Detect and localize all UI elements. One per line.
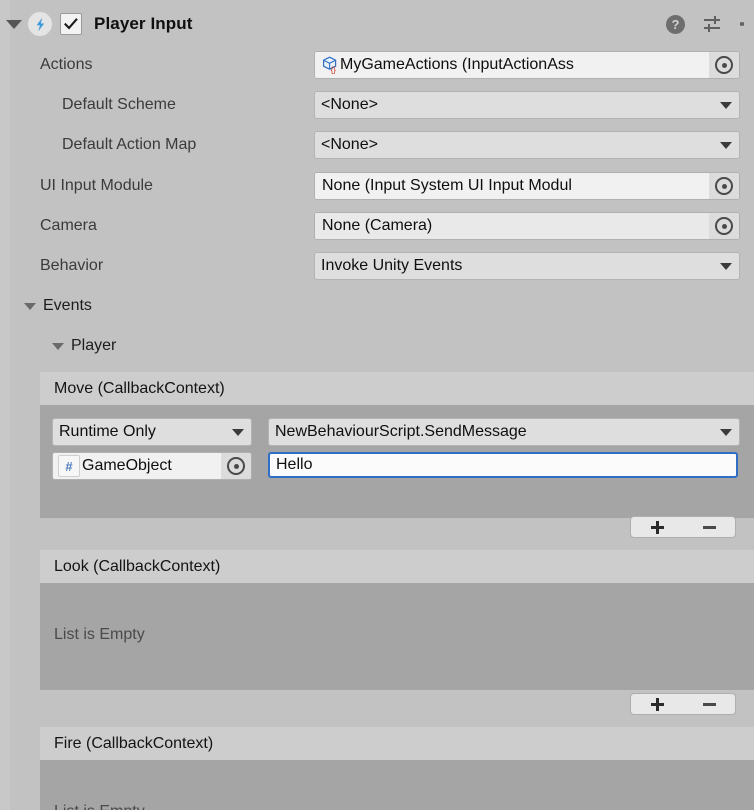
events-action-map-foldout[interactable]: Player bbox=[52, 337, 116, 355]
property-row-behavior: Behavior Invoke Unity Events bbox=[0, 249, 754, 283]
object-picker-icon bbox=[227, 457, 245, 475]
callback-target-object-field-move-0[interactable]: # GameObject bbox=[52, 452, 252, 480]
chevron-down-icon bbox=[713, 102, 739, 109]
chevron-down-icon bbox=[713, 263, 739, 270]
input-action-asset-icon: {} bbox=[320, 56, 339, 75]
events-action-map-label: Player bbox=[71, 337, 116, 355]
property-label-actions: Actions bbox=[40, 56, 92, 74]
chevron-down-icon bbox=[24, 303, 36, 310]
add-callback-button-look[interactable] bbox=[631, 694, 683, 714]
minus-icon bbox=[703, 526, 716, 529]
ui-input-module-picker-button[interactable] bbox=[709, 173, 739, 199]
object-picker-icon bbox=[715, 56, 733, 74]
callback-target-picker-button[interactable] bbox=[221, 453, 251, 479]
actions-object-value[interactable]: {} MyGameActions (InputActionAss bbox=[315, 52, 709, 78]
chevron-down-icon bbox=[713, 142, 739, 149]
plus-icon bbox=[651, 698, 664, 711]
callback-mode-dropdown-move-0[interactable]: Runtime Only bbox=[52, 418, 252, 446]
chevron-down-icon bbox=[6, 20, 22, 29]
player-input-inspector: Player Input ? Actions bbox=[0, 0, 754, 810]
events-label: Events bbox=[43, 297, 92, 315]
event-list-buttons-move bbox=[630, 516, 736, 538]
property-label-ui-input-module: UI Input Module bbox=[40, 177, 153, 195]
ui-input-module-object-field[interactable]: None (Input System UI Input Modul bbox=[314, 172, 740, 200]
help-icon[interactable]: ? bbox=[666, 15, 685, 34]
event-entry-title-look: Look (CallbackContext) bbox=[40, 550, 754, 583]
property-row-camera: Camera None (Camera) bbox=[0, 209, 754, 243]
property-label-behavior: Behavior bbox=[40, 257, 103, 275]
property-row-default-scheme: Default Scheme <None> bbox=[0, 88, 754, 122]
add-callback-button-move[interactable] bbox=[631, 517, 683, 537]
property-row-actions: Actions {} MyGameActions (InputActionAss bbox=[0, 48, 754, 82]
remove-callback-button-look[interactable] bbox=[683, 694, 735, 714]
callback-function-value: NewBehaviourScript.SendMessage bbox=[269, 423, 713, 441]
component-header-actions: ? bbox=[666, 0, 744, 48]
object-picker-icon bbox=[715, 177, 733, 195]
script-hash-icon: # bbox=[58, 455, 80, 477]
default-action-map-value: <None> bbox=[315, 136, 713, 154]
callback-mode-value: Runtime Only bbox=[53, 423, 225, 441]
event-entry-body-look: List is Empty bbox=[40, 583, 754, 690]
ui-input-module-value[interactable]: None (Input System UI Input Modul bbox=[315, 173, 709, 199]
kebab-menu-icon[interactable] bbox=[740, 20, 744, 28]
property-row-default-action-map: Default Action Map <None> bbox=[0, 128, 754, 162]
event-entry-title-fire: Fire (CallbackContext) bbox=[40, 727, 754, 760]
property-label-camera: Camera bbox=[40, 217, 97, 235]
behavior-dropdown[interactable]: Invoke Unity Events bbox=[314, 252, 740, 280]
empty-list-label-fire: List is Empty bbox=[54, 803, 145, 810]
svg-text:{}: {} bbox=[330, 65, 336, 74]
camera-object-field[interactable]: None (Camera) bbox=[314, 212, 740, 240]
lightning-bolt-icon bbox=[28, 12, 52, 36]
actions-object-name: MyGameActions (InputActionAss bbox=[340, 56, 574, 74]
object-picker-icon bbox=[715, 217, 733, 235]
event-list-buttons-look bbox=[630, 693, 736, 715]
chevron-down-icon bbox=[225, 429, 251, 436]
minus-icon bbox=[703, 703, 716, 706]
actions-object-picker-button[interactable] bbox=[709, 52, 739, 78]
preset-sliders-icon[interactable] bbox=[703, 15, 722, 33]
default-scheme-value: <None> bbox=[315, 96, 713, 114]
callback-target-object-value[interactable]: # GameObject bbox=[53, 453, 221, 479]
actions-object-field[interactable]: {} MyGameActions (InputActionAss bbox=[314, 51, 740, 79]
property-label-default-action-map: Default Action Map bbox=[62, 136, 196, 154]
camera-value[interactable]: None (Camera) bbox=[315, 213, 709, 239]
behavior-value: Invoke Unity Events bbox=[315, 257, 713, 275]
chevron-down-icon bbox=[713, 429, 739, 436]
property-label-default-scheme: Default Scheme bbox=[62, 96, 176, 114]
camera-picker-button[interactable] bbox=[709, 213, 739, 239]
callback-target-object-name: GameObject bbox=[82, 457, 172, 475]
component-foldout-toggle[interactable] bbox=[0, 20, 28, 29]
page-title: Player Input bbox=[94, 14, 193, 34]
empty-list-label-look: List is Empty bbox=[54, 626, 145, 644]
default-scheme-dropdown[interactable]: <None> bbox=[314, 91, 740, 119]
camera-name: None (Camera) bbox=[320, 217, 432, 235]
event-entry-body-fire: List is Empty bbox=[40, 760, 754, 810]
event-entry-title-move: Move (CallbackContext) bbox=[40, 372, 754, 405]
plus-icon bbox=[651, 521, 664, 534]
events-foldout[interactable]: Events bbox=[24, 297, 92, 315]
callback-argument-value: Hello bbox=[276, 456, 312, 474]
component-header: Player Input ? bbox=[0, 0, 754, 48]
default-action-map-dropdown[interactable]: <None> bbox=[314, 131, 740, 159]
ui-input-module-name: None (Input System UI Input Modul bbox=[320, 177, 572, 195]
callback-function-dropdown-move-0[interactable]: NewBehaviourScript.SendMessage bbox=[268, 418, 740, 446]
component-enabled-checkbox[interactable] bbox=[60, 13, 82, 35]
event-entry-body-move: Runtime Only NewBehaviourScript.SendMess… bbox=[40, 405, 754, 518]
remove-callback-button-move[interactable] bbox=[683, 517, 735, 537]
chevron-down-icon bbox=[52, 343, 64, 350]
property-row-ui-input-module: UI Input Module None (Input System UI In… bbox=[0, 169, 754, 203]
callback-argument-input-move-0[interactable]: Hello bbox=[268, 452, 738, 478]
